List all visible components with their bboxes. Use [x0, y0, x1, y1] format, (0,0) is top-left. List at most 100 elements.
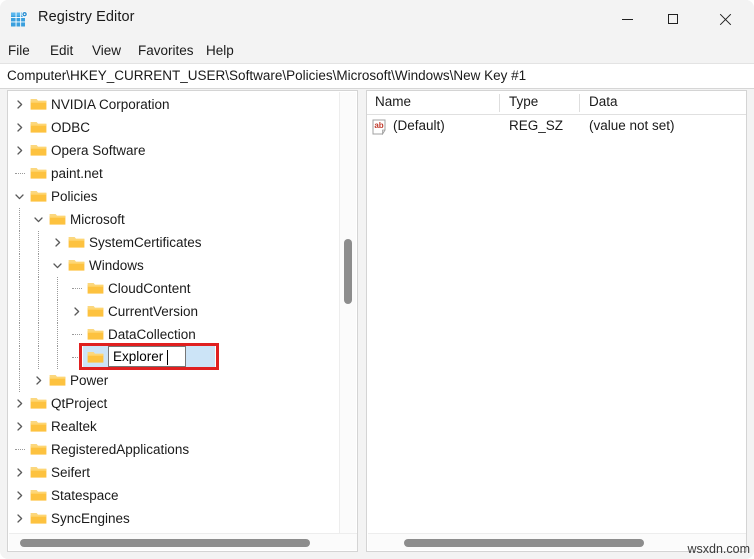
tree-leaf-connector — [72, 357, 82, 358]
registry-tree-list: NVIDIA Corporation ODBC Opera Software pain… — [8, 93, 340, 534]
tree-horizontal-scrollbar-thumb[interactable] — [20, 539, 310, 547]
tree-row[interactable]: CurrentVersion — [8, 300, 340, 323]
tree-vertical-scrollbar-thumb[interactable] — [344, 239, 352, 304]
chevron-right-icon[interactable] — [13, 466, 26, 479]
menu-item-favorites[interactable]: Favorites — [132, 40, 200, 61]
tree-guide-line — [19, 254, 20, 277]
registry-tree-viewport: NVIDIA Corporation ODBC Opera Software pain… — [8, 91, 340, 534]
close-button[interactable] — [696, 0, 754, 38]
tree-row-label: Power — [70, 373, 109, 388]
rename-key-input-value: Explorer — [113, 349, 164, 364]
folder-icon — [30, 488, 47, 502]
tree-row[interactable]: CloudContent — [8, 277, 340, 300]
tree-leaf-connector — [15, 173, 25, 174]
tree-row[interactable]: Policies — [8, 185, 340, 208]
tree-guide-line — [38, 254, 39, 277]
chevron-right-icon[interactable] — [13, 512, 26, 525]
svg-text:ab: ab — [374, 121, 383, 130]
chevron-right-icon[interactable] — [51, 236, 64, 249]
value-row[interactable]: ab (Default) REG_SZ (value not set) — [367, 116, 746, 138]
tree-horizontal-scrollbar[interactable] — [9, 533, 357, 550]
menu-item-file[interactable]: File — [2, 40, 36, 61]
tree-row-label: Seifert — [51, 465, 91, 480]
chevron-down-icon[interactable] — [13, 190, 26, 203]
maximize-icon — [668, 14, 678, 24]
tree-row[interactable]: Seifert — [8, 461, 340, 484]
chevron-right-icon[interactable] — [13, 420, 26, 433]
rename-key-input[interactable]: Explorer — [108, 346, 186, 367]
tree-row[interactable]: RegisteredApplications — [8, 438, 340, 461]
tree-row-label: Realtek — [51, 419, 97, 434]
chevron-down-icon[interactable] — [32, 213, 45, 226]
tree-guide-line — [57, 346, 58, 369]
string-value-icon: ab — [372, 119, 389, 136]
tree-row[interactable]: QtProject — [8, 392, 340, 415]
column-header-name[interactable]: Name — [375, 94, 411, 109]
minimize-button[interactable] — [604, 0, 650, 38]
folder-icon — [87, 327, 104, 341]
tree-row[interactable]: paint.net — [8, 162, 340, 185]
tree-guide-line — [19, 208, 20, 231]
menu-item-help[interactable]: Help — [200, 40, 240, 61]
tree-guide-line — [19, 323, 20, 346]
tree-vertical-scrollbar[interactable] — [339, 92, 356, 535]
folder-icon — [49, 373, 66, 387]
minimize-icon — [621, 18, 633, 20]
tree-row[interactable]: Power — [8, 369, 340, 392]
menu-item-view[interactable]: View — [86, 40, 127, 61]
tree-row-label: SystemCertificates — [89, 235, 202, 250]
tree-row-label: Policies — [51, 189, 98, 204]
folder-icon — [30, 120, 47, 134]
chevron-right-icon[interactable] — [13, 121, 26, 134]
registry-path-text: Computer\HKEY_CURRENT_USER\Software\Poli… — [7, 68, 527, 83]
tree-leaf-connector — [15, 449, 25, 450]
tree-row-label: Windows — [89, 258, 144, 273]
chevron-right-icon[interactable] — [13, 397, 26, 410]
tree-row[interactable]: Opera Software — [8, 139, 340, 162]
tree-row[interactable]: Explorer — [8, 346, 340, 369]
tree-row[interactable]: DataCollection — [8, 323, 340, 346]
tree-row[interactable]: SyncEngines — [8, 507, 340, 530]
folder-icon — [30, 143, 47, 157]
tree-guide-line — [38, 323, 39, 346]
column-divider-type-data[interactable] — [579, 94, 580, 112]
tree-row[interactable]: SystemCertificates — [8, 231, 340, 254]
tree-row[interactable]: Realtek — [8, 415, 340, 438]
column-header-type[interactable]: Type — [509, 94, 538, 109]
tree-row-label: RegisteredApplications — [51, 442, 190, 457]
chevron-down-icon[interactable] — [51, 259, 64, 272]
tree-row-label: DataCollection — [108, 327, 196, 342]
folder-icon — [30, 465, 47, 479]
chevron-right-icon[interactable] — [13, 489, 26, 502]
folder-icon — [30, 396, 47, 410]
tree-guide-line — [19, 277, 20, 300]
tree-guide-line — [38, 277, 39, 300]
tree-row[interactable]: Microsoft — [8, 208, 340, 231]
tree-row-label: Statespace — [51, 488, 119, 503]
tree-row-label: ODBC — [51, 120, 91, 135]
maximize-button[interactable] — [650, 0, 696, 38]
tree-row[interactable]: Windows — [8, 254, 340, 277]
folder-icon — [49, 212, 66, 226]
chevron-right-icon[interactable] — [32, 374, 45, 387]
tree-row[interactable]: ODBC — [8, 116, 340, 139]
folder-icon — [87, 350, 104, 364]
folder-icon — [30, 442, 47, 456]
tree-row-label: NVIDIA Corporation — [51, 97, 170, 112]
chevron-right-icon[interactable] — [70, 305, 83, 318]
tree-guide-line — [38, 346, 39, 369]
tree-guide-line — [19, 300, 20, 323]
chevron-right-icon[interactable] — [13, 98, 26, 111]
tree-row[interactable]: Statespace — [8, 484, 340, 507]
column-header-data[interactable]: Data — [589, 94, 618, 109]
tree-leaf-connector — [72, 334, 82, 335]
window-title: Registry Editor — [38, 9, 135, 25]
column-divider-name-type[interactable] — [499, 94, 500, 112]
menu-item-edit[interactable]: Edit — [44, 40, 79, 61]
tree-guide-line — [38, 300, 39, 323]
values-horizontal-scrollbar-thumb[interactable] — [404, 539, 644, 547]
folder-icon — [30, 166, 47, 180]
chevron-right-icon[interactable] — [13, 144, 26, 157]
address-bar[interactable]: Computer\HKEY_CURRENT_USER\Software\Poli… — [0, 63, 754, 89]
tree-row[interactable]: NVIDIA Corporation — [8, 93, 340, 116]
